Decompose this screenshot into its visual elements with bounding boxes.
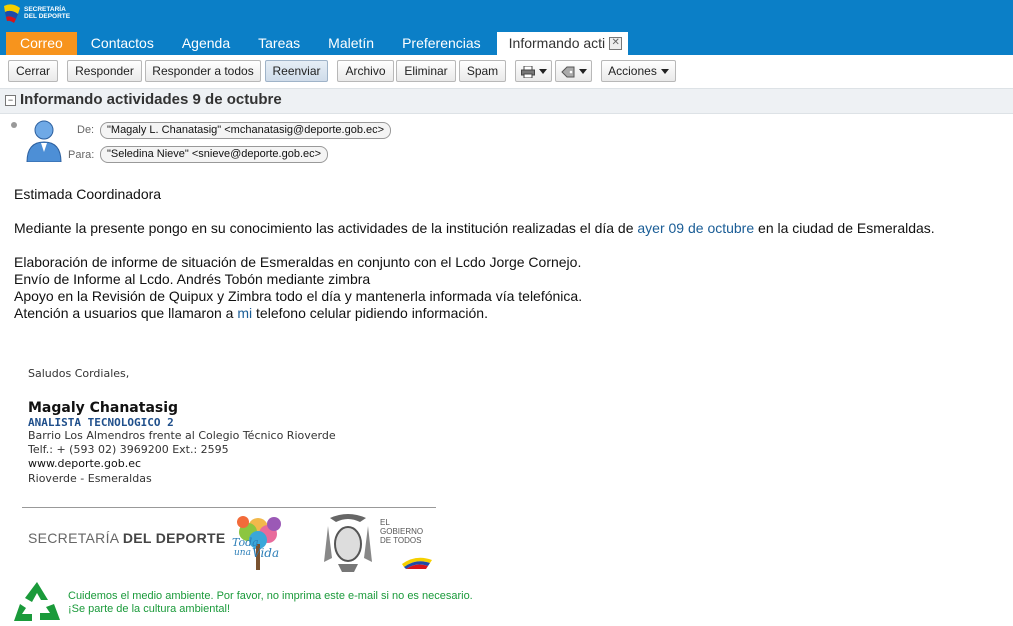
- to-address[interactable]: "Seledina Nieve" <snieve@deporte.gob.ec>: [100, 146, 329, 163]
- gobierno-flag-icon: [402, 557, 432, 569]
- signature-city: Rioverde - Esmeraldas: [28, 472, 152, 485]
- print-button[interactable]: [515, 60, 552, 82]
- signature-address: Barrio Los Almendros frente al Colegio T…: [28, 429, 336, 442]
- print-icon: [520, 65, 535, 79]
- signature-title: ANALISTA TECNOLOGICO 2: [28, 416, 174, 429]
- greeting: Estimada Coordinadora: [14, 186, 162, 202]
- actions-menu[interactable]: Acciones: [601, 60, 676, 82]
- message-body: Estimada Coordinadora Mediante la presen…: [14, 186, 935, 322]
- app-logo[interactable]: SECRETARÍA DEL DEPORTE: [2, 2, 74, 28]
- tab-maletin[interactable]: Maletín: [314, 32, 388, 55]
- reply-all-button[interactable]: Responder a todos: [145, 60, 261, 82]
- subject-bar: − Informando actividades 9 de octubre: [0, 88, 1013, 114]
- tab-contactos[interactable]: Contactos: [77, 32, 168, 55]
- close-icon[interactable]: ✕: [609, 37, 623, 50]
- signature-name: Magaly Chanatasig: [28, 400, 179, 416]
- actions-label: Acciones: [608, 64, 657, 78]
- tag-icon: [560, 66, 574, 78]
- tag-button[interactable]: [555, 60, 592, 82]
- reply-button[interactable]: Responder: [67, 60, 142, 82]
- chevron-down-icon: [660, 69, 669, 75]
- ecuador-coat-of-arms-icon: [324, 514, 372, 572]
- from-address[interactable]: "Magaly L. Chanatasig" <mchanatasig@depo…: [100, 122, 392, 139]
- banner-vida: Vida: [252, 546, 280, 560]
- activity-line: Envío de Informe al Lcdo. Andrés Tobón m…: [14, 271, 371, 287]
- close-button[interactable]: Cerrar: [8, 60, 58, 82]
- banner-gobierno: EL GOBIERNO DE TODOS: [380, 518, 424, 545]
- chevron-down-icon: [578, 69, 587, 75]
- logo-text: SECRETARÍA DEL DEPORTE: [24, 6, 71, 20]
- forward-button[interactable]: Reenviar: [265, 60, 328, 82]
- top-bar: SECRETARÍA DEL DEPORTE Correo Contactos …: [0, 0, 1013, 55]
- flag-logo-icon: [4, 4, 20, 23]
- signature-web: www.deporte.gob.ec: [28, 457, 142, 470]
- tab-agenda[interactable]: Agenda: [168, 32, 244, 55]
- eco-message-line1: Cuidemos el medio ambiente. Por favor, n…: [68, 590, 473, 602]
- signature-phone: Telf.: + (593 02) 3969200 Ext.: 2595: [28, 443, 229, 456]
- signature-divider: [22, 507, 436, 508]
- message-subject: Informando actividades 9 de octubre: [20, 91, 282, 108]
- spam-button[interactable]: Spam: [459, 60, 506, 82]
- activity-text-end: telefono celular pidiendo información.: [252, 305, 488, 321]
- main-tabs: Correo Contactos Agenda Tareas Maletín P…: [6, 32, 629, 55]
- mi-link[interactable]: mi: [237, 305, 252, 321]
- activity-line: Atención a usuarios que llamaron a mi te…: [14, 305, 935, 322]
- tab-preferencias[interactable]: Preferencias: [388, 32, 495, 55]
- from-label: De:: [77, 124, 95, 136]
- banner-una: una: [234, 548, 251, 558]
- delete-button[interactable]: Eliminar: [396, 60, 456, 82]
- tab-message[interactable]: Informando acti ✕: [496, 32, 629, 55]
- activity-line: Elaboración de informe de situación de E…: [14, 254, 582, 270]
- intro-text-end: en la ciudad de Esmeraldas.: [754, 220, 935, 236]
- avatar: [24, 118, 64, 163]
- message-toolbar: Cerrar Responder Responder a todos Reenv…: [0, 56, 1013, 86]
- tab-correo[interactable]: Correo: [6, 32, 77, 55]
- date-link[interactable]: ayer 09 de octubre: [637, 220, 754, 236]
- to-label: Para:: [68, 149, 95, 161]
- institution-banner: SECRETARÍA DEL DEPORTE Toda una Vida EL …: [22, 510, 436, 576]
- intro-paragraph: Mediante la presente pongo en su conocim…: [14, 220, 935, 237]
- tab-tareas[interactable]: Tareas: [244, 32, 314, 55]
- activity-line: Apoyo en la Revisión de Quipux y Zimbra …: [14, 288, 583, 304]
- chevron-down-icon: [538, 69, 547, 75]
- collapse-icon[interactable]: −: [5, 95, 16, 106]
- intro-text: Mediante la presente pongo en su conocim…: [14, 220, 638, 236]
- read-status-icon[interactable]: [11, 122, 17, 128]
- archive-button[interactable]: Archivo: [337, 60, 394, 82]
- banner-secretaria: SECRETARÍA DEL DEPORTE: [28, 530, 226, 546]
- signature-closing: Saludos Cordiales,: [28, 367, 130, 380]
- recycle-icon: [14, 582, 60, 621]
- activity-text: Atención a usuarios que llamaron a: [14, 305, 238, 321]
- user-avatar-icon: [26, 120, 62, 163]
- eco-message-line2: ¡Se parte de la cultura ambiental!: [68, 603, 231, 615]
- tab-message-label: Informando acti: [508, 35, 606, 51]
